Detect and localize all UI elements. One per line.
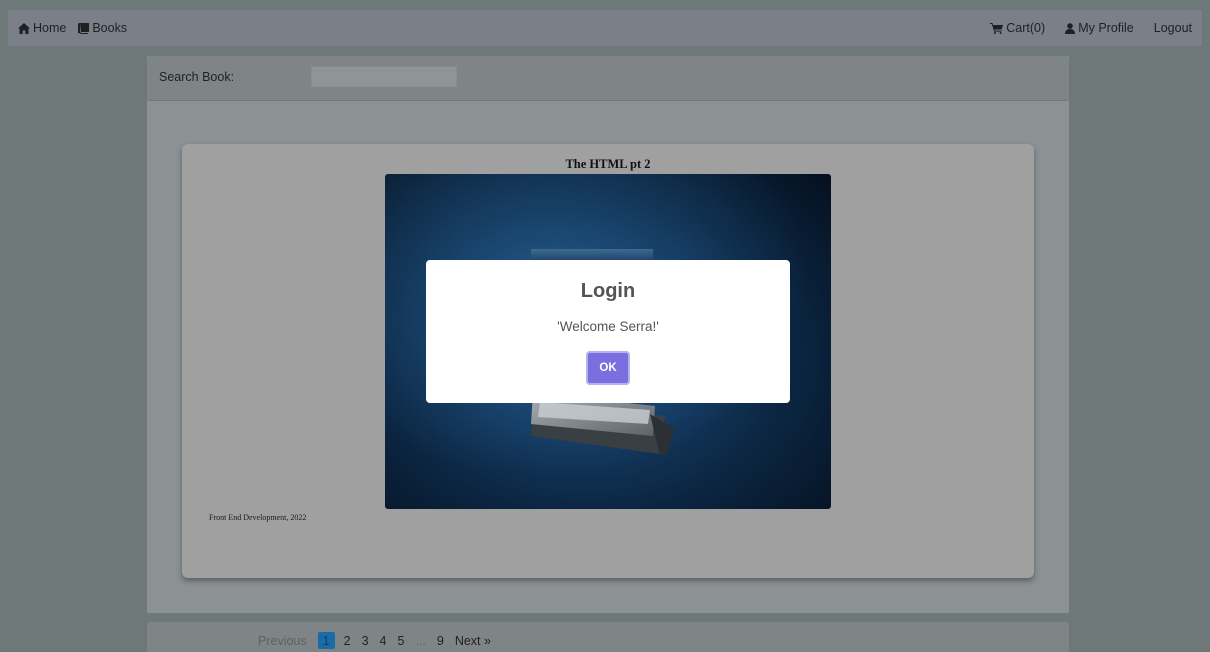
book-title: The HTML pt 2	[565, 157, 651, 171]
nav-profile[interactable]: My Profile	[1065, 21, 1134, 35]
pagination-page-2[interactable]: 2	[344, 634, 351, 648]
book-footnote: Front End Development, 2022	[209, 513, 307, 522]
nav-profile-label: My Profile	[1078, 21, 1134, 35]
pagination-bar: Previous 1 2 3 4 5 ... 9 Next »	[147, 622, 1069, 652]
book-icon	[78, 22, 90, 34]
modal-title: Login	[580, 280, 636, 302]
pagination-previous[interactable]: Previous	[258, 634, 307, 648]
modal-message: 'Welcome Serra!'	[557, 319, 659, 334]
nav-logout-label: Logout	[1153, 21, 1192, 35]
pagination-page-5[interactable]: 5	[398, 634, 405, 648]
home-icon	[18, 22, 30, 34]
login-modal: Login 'Welcome Serra!' OK	[426, 260, 790, 403]
nav-cart-label: Cart(0)	[1006, 21, 1046, 35]
pagination-page-9[interactable]: 9	[437, 634, 444, 648]
pagination-page-4[interactable]: 4	[380, 634, 387, 648]
top-navbar: Home Books Cart(0) My Profile Logout	[8, 10, 1202, 46]
nav-home-label: Home	[33, 21, 67, 35]
nav-right: Cart(0) My Profile Logout	[970, 21, 1202, 35]
user-icon	[1065, 22, 1076, 34]
nav-books[interactable]: Books	[78, 21, 127, 35]
search-bar: Search Book:	[147, 56, 1069, 101]
cart-icon	[990, 22, 1004, 34]
nav-cart[interactable]: Cart(0)	[990, 21, 1045, 35]
pagination-ellipsis: ...	[415, 633, 426, 648]
nav-left: Home Books	[8, 21, 139, 35]
pagination: Previous 1 2 3 4 5 ... 9 Next »	[258, 632, 502, 649]
pagination-page-1[interactable]: 1	[317, 632, 335, 649]
nav-home[interactable]: Home	[18, 21, 66, 35]
ok-button[interactable]: OK	[586, 351, 630, 385]
pagination-page-3[interactable]: 3	[362, 634, 369, 648]
nav-books-label: Books	[92, 21, 128, 35]
nav-logout[interactable]: Logout	[1154, 21, 1192, 35]
search-label: Search Book:	[159, 70, 235, 84]
search-input[interactable]	[311, 66, 457, 87]
pagination-next[interactable]: Next »	[455, 634, 491, 648]
